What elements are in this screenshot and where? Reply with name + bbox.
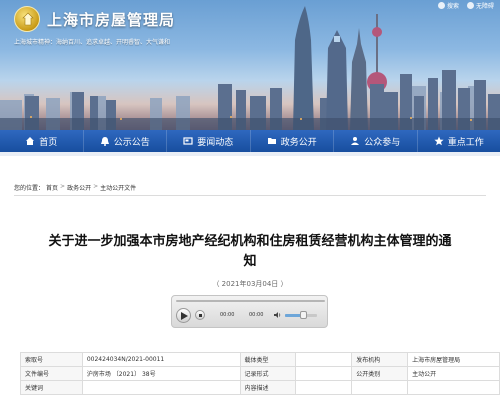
accessibility-link-label: 无障碍 [475, 3, 494, 10]
home-icon [25, 136, 35, 146]
current-time: 00:00 [220, 312, 235, 318]
meta-label-record-form: 记录形式 [239, 366, 297, 381]
news-icon [183, 136, 193, 146]
article-title: 关于进一步加强本市房地产经纪机构和住房租赁经营机构主体管理的通知 [48, 234, 452, 269]
nav-shadow-divider [0, 152, 500, 156]
document-metadata-table: 索取号 002424034N/2021-00011 载体类型 发布机构 上海市房… [20, 352, 500, 395]
meta-value-record-form [295, 366, 353, 381]
nav-item-key-work[interactable]: 重点工作 [416, 130, 500, 152]
audio-player: 00:00 00:00 [171, 295, 328, 328]
nav-item-home[interactable]: 首页 [0, 130, 83, 152]
nav-item-public-participation[interactable]: 公众参与 [333, 130, 417, 152]
breadcrumb-divider [14, 195, 486, 196]
volume-icon[interactable] [274, 312, 282, 318]
table-row: 关键词 内容描述 [20, 380, 500, 395]
star-icon [434, 136, 444, 146]
nav-item-news[interactable]: 要闻动态 [166, 130, 250, 152]
stop-button[interactable] [195, 310, 205, 320]
bell-icon [100, 136, 110, 146]
meta-label-issuing-agency: 发布机构 [351, 352, 409, 367]
meta-label-disclosure-category: 公开类别 [351, 366, 409, 381]
table-row: 索取号 002424034N/2021-00011 载体类型 发布机构 上海市房… [20, 352, 500, 367]
search-link[interactable]: 搜索 [437, 1, 459, 10]
meta-empty-cell [407, 380, 500, 395]
volume-slider-handle[interactable] [299, 311, 307, 319]
city-slogan: 上海城市精神：海纳百川、追求卓越、开明睿智、大气谦和 [14, 39, 171, 46]
nav-item-label: 政务公开 [280, 137, 317, 148]
meta-value-index-number: 002424034N/2021-00011 [81, 352, 241, 367]
meta-empty-cell [351, 380, 409, 395]
play-button[interactable] [176, 308, 191, 323]
meta-value-keywords [81, 380, 241, 395]
nav-item-label: 公众参与 [364, 137, 401, 148]
play-icon [181, 312, 188, 320]
breadcrumb-item-proactive-disclosure[interactable]: 主动公开文件 [100, 183, 136, 192]
meta-label-carrier-type: 载体类型 [239, 352, 297, 367]
search-icon [437, 2, 445, 9]
nav-item-government-affairs[interactable]: 政务公开 [249, 130, 334, 152]
meta-value-disclosure-category: 主动公开 [407, 366, 500, 381]
meta-label-keywords: 关键词 [20, 380, 83, 395]
nav-item-label: 重点工作 [447, 137, 484, 148]
breadcrumb-separator: > [60, 183, 66, 190]
breadcrumb-item-government-affairs[interactable]: 政务公开 [67, 183, 91, 192]
site-title: 上海市房屋管理局 [47, 11, 176, 29]
breadcrumb-prefix: 您的位置： [14, 185, 45, 192]
nav-item-label: 要闻动态 [197, 137, 234, 148]
header-banner: 上海市房屋管理局 上海城市精神：海纳百川、追求卓越、开明睿智、大气谦和 搜索 无… [0, 0, 500, 130]
meta-value-issuing-agency: 上海市房屋管理局 [407, 352, 500, 367]
search-link-label: 搜索 [446, 3, 459, 10]
accessibility-icon [466, 2, 474, 9]
people-icon [350, 136, 360, 146]
meta-value-carrier-type [295, 352, 353, 367]
main-nav: 首页 公示公告 要闻动态 政务公开 公众参与 重点工作 [0, 130, 500, 152]
top-links: 搜索 无障碍 [437, 1, 494, 10]
nav-item-label: 公示公告 [113, 137, 150, 148]
breadcrumb: 您的位置： 首页 > 政务公开 > 主动公开文件 [14, 183, 136, 192]
meta-label-index-number: 索取号 [20, 352, 83, 367]
breadcrumb-separator: > [93, 183, 99, 190]
meta-value-document-number: 沪房市场 〔2021〕 38号 [81, 366, 241, 381]
breadcrumb-item-home[interactable]: 首页 [46, 183, 58, 192]
table-row: 文件编号 沪房市场 〔2021〕 38号 记录形式 公开类别 主动公开 [20, 366, 500, 381]
total-time: 00:00 [249, 312, 264, 318]
audio-progress-track[interactable] [176, 300, 325, 302]
meta-label-content-description: 内容描述 [239, 380, 297, 395]
meta-label-document-number: 文件编号 [20, 366, 83, 381]
meta-value-content-description [295, 380, 353, 395]
nav-item-label: 首页 [39, 137, 58, 148]
folder-icon [267, 136, 277, 146]
nav-item-announcements[interactable]: 公示公告 [82, 130, 167, 152]
article-date: （ 2021年03月04日 ） [212, 280, 288, 288]
accessibility-link[interactable]: 无障碍 [466, 1, 494, 10]
emblem-logo [14, 6, 40, 32]
